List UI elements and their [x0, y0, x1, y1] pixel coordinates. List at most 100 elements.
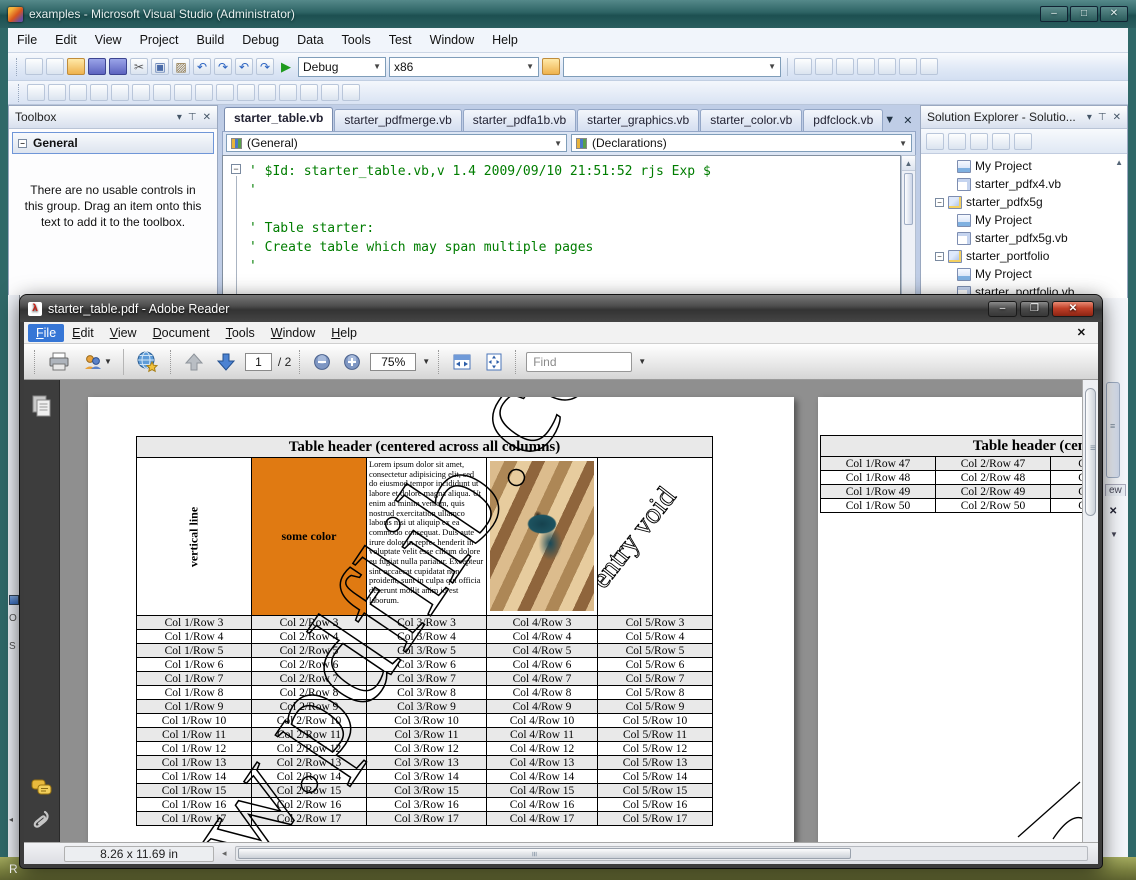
save-icon[interactable] — [88, 58, 106, 75]
vs-menu-edit[interactable]: Edit — [46, 29, 86, 51]
save-all-icon[interactable] — [109, 58, 127, 75]
tab-overflow-icon[interactable]: ▼ — [884, 114, 895, 127]
reader-menu-edit[interactable]: Edit — [64, 324, 102, 342]
collapse-icon[interactable]: − — [935, 198, 944, 207]
tab-starter_pdfa1b.vb[interactable]: starter_pdfa1b.vb — [463, 109, 576, 131]
vs-minimize-button[interactable]: – — [1040, 6, 1068, 22]
vs-menu-view[interactable]: View — [86, 29, 131, 51]
command-window-icon[interactable] — [920, 58, 938, 75]
cursor-page-icon[interactable] — [48, 84, 66, 101]
close-icon[interactable]: ✕ — [1109, 506, 1117, 517]
reader-menu-document[interactable]: Document — [145, 324, 218, 342]
toolbox-icon[interactable] — [878, 58, 896, 75]
vs-menu-tools[interactable]: Tools — [333, 29, 380, 51]
scroll-left-icon[interactable]: ◂ — [9, 815, 19, 824]
find-in-files-icon[interactable] — [542, 58, 560, 75]
fit-width-button[interactable] — [449, 348, 475, 376]
pin-icon[interactable]: ⊤ — [1098, 112, 1107, 123]
close-document-icon[interactable]: ✕ — [1077, 326, 1094, 339]
find-input[interactable] — [526, 352, 632, 372]
vs-menu-project[interactable]: Project — [131, 29, 188, 51]
code-fold-icon[interactable]: − — [231, 164, 241, 174]
reader-menu-view[interactable]: View — [102, 324, 145, 342]
speech-balloon3-icon[interactable] — [258, 84, 276, 101]
speech-balloon2-icon[interactable] — [237, 84, 255, 101]
pdf-page-2[interactable]: Table header (centered across all column… — [818, 397, 1088, 842]
tree-item-starter_portfolio[interactable]: −starter_portfolio — [921, 247, 1127, 265]
tab-starter_pdfmerge.vb[interactable]: starter_pdfmerge.vb — [334, 109, 461, 131]
add-new-item-icon[interactable] — [46, 58, 64, 75]
copy-icon[interactable] — [151, 58, 169, 75]
tab-starter_table.vb[interactable]: starter_table.vb — [224, 107, 333, 131]
show-all-files-icon[interactable] — [948, 133, 966, 150]
chevron-down-icon[interactable]: ▼ — [422, 357, 430, 366]
fit-page-button[interactable] — [481, 348, 507, 376]
redo-icon[interactable] — [214, 58, 232, 75]
indent-icon[interactable] — [132, 84, 150, 101]
paste-icon[interactable] — [172, 58, 190, 75]
reader-minimize-button[interactable]: – — [988, 301, 1017, 317]
vs-maximize-button[interactable]: □ — [1070, 6, 1098, 22]
refresh-icon[interactable] — [970, 133, 988, 150]
zoom-level-select[interactable]: 75% — [370, 353, 416, 371]
zoom-in-button[interactable] — [340, 348, 364, 376]
tree-item-my-project[interactable]: My Project — [921, 157, 1127, 175]
chevron-down-icon[interactable]: ▾ — [177, 112, 182, 123]
reader-menu-file[interactable]: File — [28, 324, 64, 342]
scroll-left-icon[interactable]: ◂ — [222, 848, 227, 859]
scrollbar-thumb[interactable] — [1085, 388, 1096, 516]
pdf-page-1[interactable]: Table header (centered across all column… — [88, 397, 794, 842]
search-combo[interactable]: ▼ — [563, 57, 781, 77]
objects-select[interactable]: (General) ▼ — [226, 134, 567, 152]
tree-item-my-project[interactable]: My Project — [921, 211, 1127, 229]
reader-menu-tools[interactable]: Tools — [218, 324, 263, 342]
tree-item-starter_pdfx4-vb[interactable]: starter_pdfx4.vb — [921, 175, 1127, 193]
zoom-out-button[interactable] — [310, 348, 334, 376]
find-in-files-icon[interactable] — [794, 58, 812, 75]
find-symbol-icon[interactable] — [815, 58, 833, 75]
start-debug-icon[interactable] — [277, 58, 295, 75]
cut-icon[interactable] — [130, 58, 148, 75]
new-project-icon[interactable] — [25, 58, 43, 75]
vs-menu-window[interactable]: Window — [421, 29, 483, 51]
platform-select[interactable]: x86▼ — [389, 57, 539, 77]
scrollbar-thumb[interactable] — [238, 848, 851, 859]
previous-page-button[interactable] — [181, 348, 207, 376]
collaborate-button[interactable]: ▼ — [79, 348, 115, 376]
find-text-icon[interactable] — [90, 84, 108, 101]
tab-pdfclock.vb[interactable]: pdfclock.vb — [803, 109, 883, 131]
debug-config-select[interactable]: Debug▼ — [298, 57, 386, 77]
share-web-button[interactable] — [132, 348, 162, 376]
vs-menu-build[interactable]: Build — [187, 29, 233, 51]
toolbox-group-general[interactable]: − General — [12, 132, 214, 154]
pin-icon[interactable]: ⊤ — [188, 112, 197, 123]
open-file-icon[interactable] — [67, 58, 85, 75]
tab-starter_graphics.vb[interactable]: starter_graphics.vb — [577, 109, 699, 131]
rounded-rectangle-icon[interactable] — [195, 84, 213, 101]
next-page-button[interactable] — [213, 348, 239, 376]
tab-starter_color.vb[interactable]: starter_color.vb — [700, 109, 802, 131]
outdent-icon[interactable] — [111, 84, 129, 101]
collapse-icon[interactable]: − — [18, 139, 27, 148]
tree-item-my-project[interactable]: My Project — [921, 265, 1127, 283]
close-document-icon[interactable]: ✕ — [903, 114, 912, 127]
align-lines-blue-icon[interactable] — [174, 84, 192, 101]
solution-explorer-icon[interactable] — [899, 58, 917, 75]
speech-balloon-icon[interactable] — [216, 84, 234, 101]
scroll-up-icon[interactable]: ▲ — [902, 156, 915, 171]
navigate-backward-icon[interactable] — [235, 58, 253, 75]
print-button[interactable] — [45, 348, 73, 376]
object-browser-icon[interactable] — [857, 58, 875, 75]
procedures-select[interactable]: (Declarations) ▼ — [571, 134, 912, 152]
vs-menu-help[interactable]: Help — [483, 29, 527, 51]
attachments-panel-icon[interactable] — [31, 808, 53, 839]
reader-menu-window[interactable]: Window — [263, 324, 323, 342]
chevron-down-icon[interactable]: ▾ — [1087, 112, 1092, 123]
properties-window-icon[interactable] — [836, 58, 854, 75]
vs-menu-debug[interactable]: Debug — [233, 29, 288, 51]
scrollbar-thumb[interactable] — [1106, 382, 1120, 478]
vs-menu-file[interactable]: File — [8, 29, 46, 51]
magnifier-off-icon[interactable] — [342, 84, 360, 101]
pages-panel-icon[interactable] — [31, 394, 53, 423]
scroll-up-icon[interactable]: ▲ — [1115, 158, 1123, 167]
